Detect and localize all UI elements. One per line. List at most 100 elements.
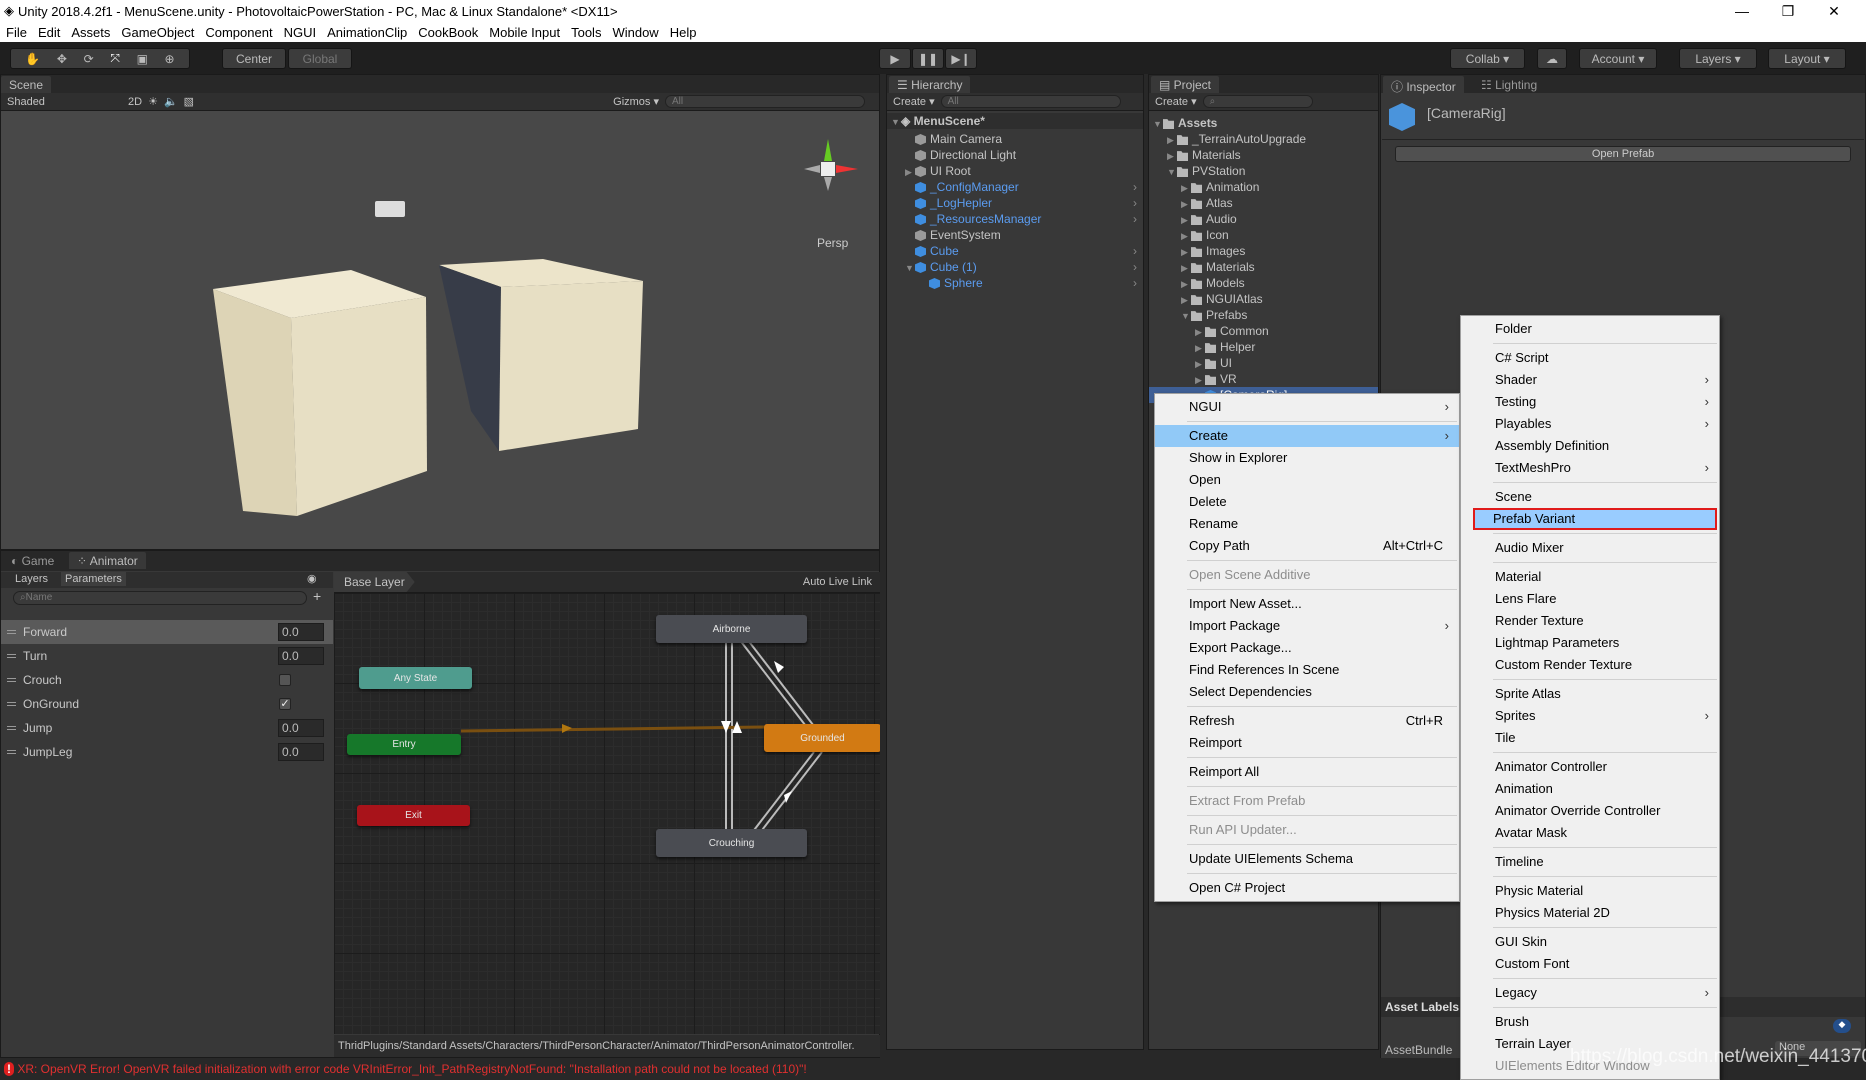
parameter-search-input[interactable]: ⌕Name <box>13 591 307 605</box>
parameter-row[interactable]: Turn 0.0 <box>1 644 333 668</box>
breadcrumb-base-layer[interactable]: Base Layer <box>334 572 415 592</box>
expand-arrow-icon[interactable]: ▼ <box>1181 308 1191 324</box>
project-tree-item[interactable]: ▶ VR <box>1149 371 1378 387</box>
state-any-state[interactable]: Any State <box>359 667 472 689</box>
menu-item-extract-from-prefab[interactable]: Extract From Prefab <box>1155 790 1459 812</box>
expand-arrow-icon[interactable]: ▶ <box>1181 196 1191 212</box>
project-tree-item[interactable]: ▶ NGUIAtlas <box>1149 291 1378 307</box>
state-grounded[interactable]: Grounded <box>764 724 880 752</box>
scene-viewport[interactable]: Persp <box>1 111 879 549</box>
menu-item-open-c-project[interactable]: Open C# Project <box>1155 877 1459 899</box>
menu-item-delete[interactable]: Delete <box>1155 491 1459 513</box>
menu-item-import-package[interactable]: Import Package › <box>1155 615 1459 637</box>
menu-item-show-in-explorer[interactable]: Show in Explorer <box>1155 447 1459 469</box>
project-tree-item[interactable]: ▶ Images <box>1149 243 1378 259</box>
parameter-value-input[interactable]: 0.0 <box>278 743 324 761</box>
project-tree-item[interactable]: ▶ UI <box>1149 355 1378 371</box>
project-tree-item[interactable]: ▶ Models <box>1149 275 1378 291</box>
prefab-open-chevron-icon[interactable]: › <box>1133 211 1137 227</box>
layout-dropdown[interactable]: Layout ▾ <box>1768 48 1846 69</box>
tab-game[interactable]: ◐ Game <box>3 552 62 569</box>
tab-project[interactable]: ▤ Project <box>1151 76 1220 93</box>
expand-arrow-icon[interactable]: ▶ <box>1195 356 1205 372</box>
project-tree-item[interactable]: ▼ Prefabs <box>1149 307 1378 323</box>
menu-item-create[interactable]: Create › <box>1155 425 1459 447</box>
scene-root[interactable]: ▼◈ MenuScene* <box>887 113 1143 129</box>
visibility-eye-icon[interactable]: ◉ <box>307 572 317 585</box>
project-tree-item[interactable]: ▶ Atlas <box>1149 195 1378 211</box>
2d-toggle[interactable]: 2D <box>128 96 142 108</box>
menu-item-gui-skin[interactable]: GUI Skin <box>1461 931 1719 953</box>
menu-item-c-script[interactable]: C# Script <box>1461 347 1719 369</box>
add-parameter-button[interactable]: + <box>313 588 321 604</box>
transform-tool-icon[interactable]: ⊕ <box>165 52 175 66</box>
transform-tools[interactable]: ✋ ✥ ⟳ ⤧ ▣ ⊕ <box>10 48 190 69</box>
menu-item-textmeshpro[interactable]: TextMeshPro › <box>1461 457 1719 479</box>
menu-item-physic-material[interactable]: Physic Material <box>1461 880 1719 902</box>
drag-handle-icon[interactable] <box>7 678 16 682</box>
pivot-global-button[interactable]: Global <box>288 48 352 69</box>
expand-arrow-icon[interactable]: ▶ <box>1181 244 1191 260</box>
menu-item-shader[interactable]: Shader › <box>1461 369 1719 391</box>
expand-arrow-icon[interactable]: ▼ <box>905 260 915 276</box>
parameter-row[interactable]: OnGround ✓ <box>1 692 333 716</box>
menu-item-prefab-variant[interactable]: Prefab Variant <box>1473 508 1717 530</box>
project-search-input[interactable]: ⌕ <box>1202 95 1313 108</box>
tree-item-assets[interactable]: ▼ Assets <box>1149 115 1378 131</box>
expand-arrow-icon[interactable]: ▶ <box>1181 276 1191 292</box>
menu-window[interactable]: Window <box>612 25 658 40</box>
project-tree-item[interactable]: ▶ Materials <box>1149 147 1378 163</box>
collab-button[interactable]: Collab ▾ <box>1450 48 1525 69</box>
state-entry[interactable]: Entry <box>347 734 461 755</box>
menu-item-custom-render-texture[interactable]: Custom Render Texture <box>1461 654 1719 676</box>
pause-button[interactable]: ❚❚ <box>912 48 944 69</box>
play-button[interactable]: ▶ <box>879 48 911 69</box>
state-exit[interactable]: Exit <box>357 805 470 826</box>
expand-arrow-icon[interactable]: ▶ <box>1167 132 1177 148</box>
menu-item-brush[interactable]: Brush <box>1461 1011 1719 1033</box>
state-crouching[interactable]: Crouching <box>656 829 807 857</box>
cloud-button[interactable]: ☁ <box>1537 48 1567 69</box>
parameter-checkbox[interactable]: ✓ <box>279 698 291 710</box>
prefab-open-chevron-icon[interactable]: › <box>1133 243 1137 259</box>
expand-arrow-icon[interactable]: ▶ <box>905 164 915 180</box>
menu-item-assembly-definition[interactable]: Assembly Definition <box>1461 435 1719 457</box>
menu-item-copy-path[interactable]: Copy Path Alt+Ctrl+C <box>1155 535 1459 557</box>
rect-tool-icon[interactable]: ▣ <box>137 52 148 66</box>
open-prefab-button[interactable]: Open Prefab <box>1395 146 1851 162</box>
hierarchy-item[interactable]: ▶ UI Root <box>887 163 1143 179</box>
account-dropdown[interactable]: Account ▾ <box>1579 48 1657 69</box>
menu-item-export-package[interactable]: Export Package... <box>1155 637 1459 659</box>
menu-item-custom-font[interactable]: Custom Font <box>1461 953 1719 975</box>
menu-item-folder[interactable]: Folder <box>1461 318 1719 340</box>
lighting-toggle-icon[interactable]: ☀ <box>148 95 158 108</box>
menu-item-physics-material-2d[interactable]: Physics Material 2D <box>1461 902 1719 924</box>
shading-dropdown[interactable]: Shaded <box>7 96 122 108</box>
prefab-open-chevron-icon[interactable]: › <box>1133 195 1137 211</box>
menu-item-scene[interactable]: Scene <box>1461 486 1719 508</box>
state-airborne[interactable]: Airborne <box>656 615 807 643</box>
tab-hierarchy[interactable]: ☰ Hierarchy <box>889 76 971 93</box>
menu-ngui[interactable]: NGUI <box>284 25 317 40</box>
expand-arrow-icon[interactable]: ▶ <box>1167 148 1177 164</box>
menu-item-sprite-atlas[interactable]: Sprite Atlas <box>1461 683 1719 705</box>
menu-item-playables[interactable]: Playables › <box>1461 413 1719 435</box>
menu-help[interactable]: Help <box>670 25 697 40</box>
menu-item-animator-override-controller[interactable]: Animator Override Controller <box>1461 800 1719 822</box>
hierarchy-create-button[interactable]: Create ▾ <box>893 95 935 108</box>
parameter-value-input[interactable]: 0.0 <box>278 719 324 737</box>
parameter-value-input[interactable]: 0.0 <box>278 623 324 641</box>
state-machine-graph[interactable]: Airborne Any State Entry Grounded Exit C… <box>334 593 880 1034</box>
menu-assets[interactable]: Assets <box>71 25 110 40</box>
maximize-button[interactable]: ❐ <box>1768 0 1808 22</box>
tab-lighting[interactable]: ☷ Lighting <box>1473 76 1545 93</box>
hierarchy-search-input[interactable]: All <box>940 95 1121 108</box>
scale-tool-icon[interactable]: ⤧ <box>110 51 120 66</box>
hierarchy-item[interactable]: _ResourcesManager › <box>887 211 1143 227</box>
menu-item-find-references-in-scene[interactable]: Find References In Scene <box>1155 659 1459 681</box>
parameter-checkbox[interactable] <box>279 674 291 686</box>
parameter-row[interactable]: Crouch <box>1 668 333 692</box>
prefab-open-chevron-icon[interactable]: › <box>1133 179 1137 195</box>
expand-arrow-icon[interactable]: ▶ <box>1181 180 1191 196</box>
menu-item-legacy[interactable]: Legacy › <box>1461 982 1719 1004</box>
